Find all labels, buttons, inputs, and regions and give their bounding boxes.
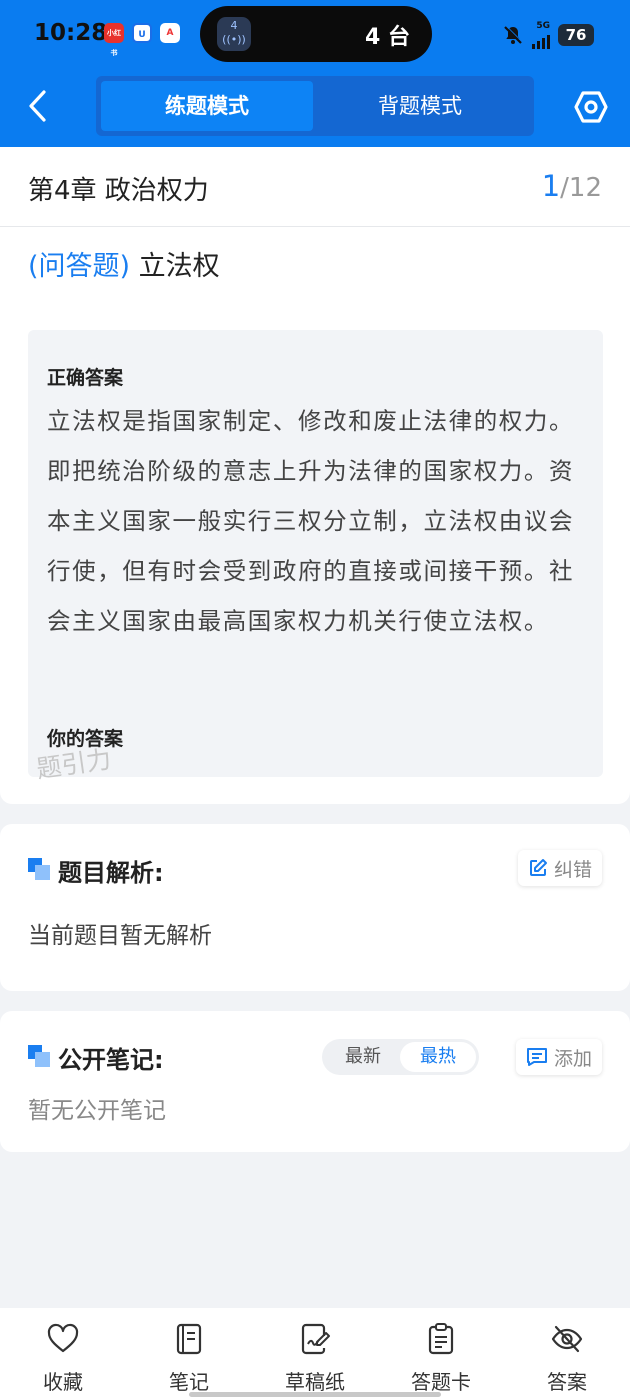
notes-sort-toggle: 最新 最热 [322,1039,479,1075]
favorite-label: 收藏 [43,1370,83,1394]
broadcast-icon: 4 ((•)) [217,17,251,51]
sort-latest[interactable]: 最新 [325,1042,401,1072]
signal-bars-icon [532,31,550,49]
status-time: 10:28 [34,20,108,46]
answer-card-button[interactable]: 答题卡 [391,1322,491,1395]
section-squares-icon [28,1045,50,1067]
battery-level: 76 [558,24,594,46]
app-a-icon: A [160,23,180,43]
question-title: 立法权 [138,251,220,282]
question-card: 第4章 政治权力 1/12 (问答题) 立法权 正确答案 立法权是指国家制定、修… [0,147,630,804]
notes-button[interactable]: 笔记 [139,1322,239,1395]
current-question-number: 1 [541,169,561,203]
add-note-button[interactable]: 添加 [515,1039,602,1075]
question-progress: 1/12 [542,169,602,203]
back-arrow-icon[interactable] [24,88,54,124]
analysis-empty-text: 当前题目暂无解析 [28,923,212,949]
draft-edit-icon [301,1323,330,1355]
favorite-button[interactable]: 收藏 [13,1322,113,1395]
draft-paper-label: 草稿纸 [285,1370,345,1394]
analysis-card: 题目解析: 纠错 当前题目暂无解析 [0,824,630,991]
total-questions: /12 [560,173,602,203]
tab-recite-mode[interactable]: 背题模式 [314,81,526,131]
eye-off-icon [551,1325,583,1353]
mute-bell-icon [504,25,523,44]
notes-label: 笔记 [169,1370,209,1394]
tab-practice-mode[interactable]: 练题模式 [101,81,313,131]
question-stem: (问答题) 立法权 [28,244,220,283]
answer-label: 答案 [547,1370,587,1394]
section-squares-icon [28,858,50,880]
correct-answer-text: 立法权是指国家制定、修改和废止法律的权力。即把统治阶级的意志上升为法律的国家权力… [47,407,575,635]
heart-icon [47,1323,79,1353]
clipboard-icon [428,1323,454,1355]
answer-box: 正确答案 立法权是指国家制定、修改和废止法律的权力。即把统治阶级的意志上升为法律… [28,330,603,777]
comment-icon [526,1048,547,1066]
status-indicators: 5G 76 [502,20,594,50]
mode-toggle: 练题模式 背题模式 [96,76,534,136]
report-error-label: 纠错 [553,858,592,881]
bottom-toolbar: 收藏 笔记 草稿纸 答题卡 答案 [0,1308,630,1400]
chapter-title: 第4章 政治权力 [28,176,209,206]
dynamic-island[interactable]: 4 ((•)) 4 台 [200,6,432,62]
draft-paper-button[interactable]: 草稿纸 [265,1322,365,1395]
island-text: 4 台 [365,25,410,50]
notebook-icon [176,1323,202,1355]
chapter-row: 第4章 政治权力 1/12 [0,147,630,227]
notes-empty-text: 暂无公开笔记 [28,1098,166,1124]
public-notes-title: 公开笔记: [58,1046,164,1074]
add-note-label: 添加 [553,1047,592,1070]
correct-answer-heading: 正确答案 [47,367,124,389]
answer-card-label: 答题卡 [411,1370,471,1394]
network-type: 5G [536,20,550,31]
sort-hot[interactable]: 最热 [400,1042,476,1072]
public-notes-card: 公开笔记: 最新 最热 添加 暂无公开笔记 [0,1011,630,1152]
analysis-title: 题目解析: [58,859,164,887]
question-type: (问答题) [28,251,131,282]
edit-icon [529,859,547,876]
app-u-icon: U [132,23,152,43]
show-answer-button[interactable]: 答案 [517,1322,617,1395]
xiaohongshu-icon: 小红书 [104,23,124,57]
cell-signal: 5G [532,20,550,49]
home-indicator[interactable] [189,1392,441,1397]
report-error-button[interactable]: 纠错 [517,850,602,886]
settings-hexagon-icon[interactable] [574,90,608,124]
top-header: 10:28 小红书 U A 4 ((•)) 4 台 5G 76 练题模式 背题模式 [0,0,630,147]
